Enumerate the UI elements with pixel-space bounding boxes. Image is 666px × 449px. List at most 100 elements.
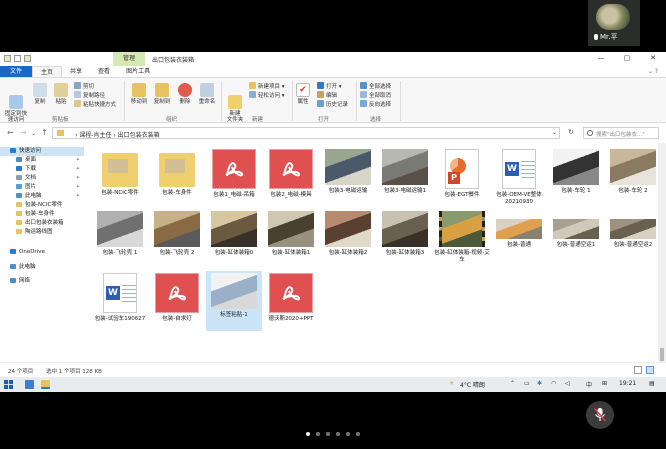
ribbon-collapse-chevron-icon[interactable]: ⌄ ? bbox=[648, 68, 658, 75]
weather-icon[interactable]: ☀ bbox=[449, 380, 454, 387]
vertical-scrollbar[interactable] bbox=[658, 143, 666, 362]
copy-path-button[interactable]: 复制路径 bbox=[74, 91, 105, 99]
tab-share[interactable]: 共享 bbox=[62, 66, 90, 77]
network-tray-icon[interactable]: ▭ bbox=[524, 380, 530, 387]
properties-button[interactable]: ✔ 属性 bbox=[294, 83, 312, 105]
file-item[interactable]: 标签粘贴-1 bbox=[206, 271, 262, 331]
page-dot[interactable] bbox=[316, 432, 320, 436]
move-to-button[interactable]: 移动到 bbox=[128, 83, 150, 105]
address-dropdown-chevron-icon[interactable]: ⌄ bbox=[552, 129, 557, 136]
details-view-icon[interactable] bbox=[634, 366, 642, 374]
task-view-icon[interactable] bbox=[25, 380, 34, 389]
file-explorer-taskbar-icon[interactable] bbox=[41, 380, 50, 389]
sidebar-item[interactable]: 包装-NCIC零件 bbox=[0, 201, 84, 210]
page-dot[interactable] bbox=[336, 432, 340, 436]
tab-file[interactable]: 文件 bbox=[0, 66, 33, 77]
folder-icon[interactable] bbox=[4, 55, 11, 62]
search-input[interactable]: 搜索"出口包装衣..." bbox=[583, 127, 659, 139]
file-item[interactable]: 包装2_电磁-模具 bbox=[263, 147, 319, 207]
refresh-icon[interactable]: ↻ bbox=[568, 128, 574, 136]
mute-microphone-button[interactable] bbox=[586, 401, 614, 429]
sidebar-item[interactable]: 网络 bbox=[0, 277, 84, 286]
file-item[interactable]: 包装-缸体装箱1 bbox=[263, 209, 319, 269]
open-button[interactable]: 打开 ▾ bbox=[317, 82, 342, 90]
sidebar-item[interactable]: 此电脑 bbox=[0, 263, 84, 272]
sidebar-item[interactable]: 图片 ✦ bbox=[0, 183, 84, 192]
ime-indicator[interactable]: 中 bbox=[586, 380, 592, 389]
tab-picture-tools[interactable]: 图片工具 bbox=[118, 66, 158, 77]
windows-start-icon[interactable] bbox=[4, 380, 13, 389]
file-item[interactable]: W 包装-试验车190627 bbox=[92, 271, 148, 331]
file-item[interactable]: 包装-飞轮壳 1 bbox=[92, 209, 148, 269]
sidebar-item[interactable]: 快速访问 bbox=[0, 147, 84, 156]
file-item[interactable]: 包装-普通 bbox=[491, 209, 547, 269]
file-item[interactable]: P 包装-EGT餐件 bbox=[434, 147, 490, 207]
page-dot[interactable] bbox=[346, 432, 350, 436]
clock[interactable]: 19:21 bbox=[619, 380, 636, 387]
file-item[interactable]: 包装-缸体装箱3 bbox=[377, 209, 433, 269]
back-arrow-icon[interactable]: ← bbox=[7, 128, 14, 137]
sidebar-item[interactable]: 下载 ✦ bbox=[0, 165, 84, 174]
select-all-button[interactable]: 全部选择 bbox=[360, 82, 391, 90]
invert-selection-button[interactable]: 反向选择 bbox=[360, 100, 391, 108]
file-item[interactable]: 包装1_电磁-吊箱 bbox=[206, 147, 262, 207]
weather-text[interactable]: 4°C 晴朗 bbox=[460, 380, 485, 389]
up-arrow-icon[interactable]: ↑ bbox=[41, 128, 48, 137]
new-folder-icon[interactable] bbox=[24, 55, 31, 62]
sidebar-item[interactable]: 桌面 ✦ bbox=[0, 156, 84, 165]
sidebar-item[interactable]: OneDrive bbox=[0, 248, 84, 257]
new-item-button[interactable]: 新建项目 ▾ bbox=[249, 82, 285, 90]
large-icons-view-icon[interactable] bbox=[646, 366, 654, 374]
file-item[interactable]: 包装-车身件 bbox=[149, 147, 205, 207]
sidebar-item[interactable]: 出口包装衣装箱 bbox=[0, 219, 84, 228]
file-item[interactable]: 包装-NCIC零件 bbox=[92, 147, 148, 207]
paste-shortcut-button[interactable]: 粘贴快捷方式 bbox=[74, 100, 116, 108]
file-item[interactable]: 德沃斯2020+PPT bbox=[263, 271, 319, 331]
file-item[interactable]: 包装3-电磁运输1 bbox=[377, 147, 433, 207]
checkbox-icon[interactable] bbox=[14, 55, 21, 62]
select-none-button[interactable]: 全部取消 bbox=[360, 91, 391, 99]
minimize-button[interactable]: — bbox=[588, 52, 614, 66]
tab-view[interactable]: 查看 bbox=[90, 66, 118, 77]
copy-button[interactable]: 复制 bbox=[31, 83, 49, 105]
sidebar-item[interactable]: 此电脑 ✦ bbox=[0, 192, 84, 201]
participant-tile[interactable]: Mr.平 bbox=[588, 0, 640, 46]
context-tab-manage[interactable]: 管理 bbox=[113, 52, 145, 66]
volume-icon[interactable]: ◁ bbox=[565, 380, 570, 387]
file-item[interactable]: 包装-车轮 2 bbox=[605, 147, 661, 207]
file-item[interactable]: 包装-缸体装箱2 bbox=[320, 209, 376, 269]
file-item[interactable]: 包装3-电磁运输 bbox=[320, 147, 376, 207]
cut-button[interactable]: 剪切 bbox=[74, 82, 94, 90]
file-item[interactable]: 包装-普通空运2 bbox=[605, 209, 661, 269]
tab-home[interactable]: 主页 bbox=[32, 66, 63, 77]
page-dot[interactable] bbox=[356, 432, 360, 436]
sidebar-item[interactable]: 陶运路线图 bbox=[0, 228, 84, 237]
file-item[interactable]: 包装-缸体装箱0 bbox=[206, 209, 262, 269]
file-item[interactable]: 包装-自求灯 bbox=[149, 271, 205, 331]
chevron-up-icon[interactable]: ⌃ bbox=[510, 380, 515, 387]
rename-button[interactable]: 重命名 bbox=[196, 83, 218, 105]
notification-icon[interactable]: ▤ bbox=[649, 380, 655, 387]
history-button[interactable]: 历史记录 bbox=[317, 100, 348, 108]
file-item[interactable]: 包装-飞轮壳 2 bbox=[149, 209, 205, 269]
input-mode-icon[interactable]: ⊞ bbox=[602, 380, 607, 387]
wifi-icon[interactable]: ◠ bbox=[551, 380, 556, 387]
copy-to-button[interactable]: 复制到 bbox=[151, 83, 173, 105]
address-bar[interactable]: › 课程-肖主任 › 出口包装衣装箱 bbox=[52, 127, 560, 139]
file-item[interactable]: W 包装-OEM-VE整体20210930 bbox=[491, 147, 547, 207]
bluetooth-icon[interactable]: ✱ bbox=[537, 380, 542, 387]
easy-access-button[interactable]: 轻松访问 ▾ bbox=[249, 91, 285, 99]
sidebar-item[interactable]: 文档 ✦ bbox=[0, 174, 84, 183]
forward-arrow-icon[interactable]: → bbox=[20, 128, 27, 137]
file-item[interactable]: 包装-缸体装箱-视频-艾车 bbox=[434, 209, 490, 269]
page-dot[interactable] bbox=[306, 432, 310, 436]
edit-button[interactable]: 编辑 bbox=[317, 91, 337, 99]
file-item[interactable]: 包装-车轮 1 bbox=[548, 147, 604, 207]
close-button[interactable]: ✕ bbox=[640, 52, 666, 66]
sidebar-item[interactable]: 包装-车身件 bbox=[0, 210, 84, 219]
recent-chevron-icon[interactable]: ⌄ bbox=[31, 130, 36, 137]
maximize-button[interactable]: ▢ bbox=[614, 52, 640, 66]
scrollbar-thumb[interactable] bbox=[660, 348, 664, 361]
page-dot[interactable] bbox=[326, 432, 330, 436]
paste-button[interactable]: 粘贴 bbox=[52, 83, 70, 105]
